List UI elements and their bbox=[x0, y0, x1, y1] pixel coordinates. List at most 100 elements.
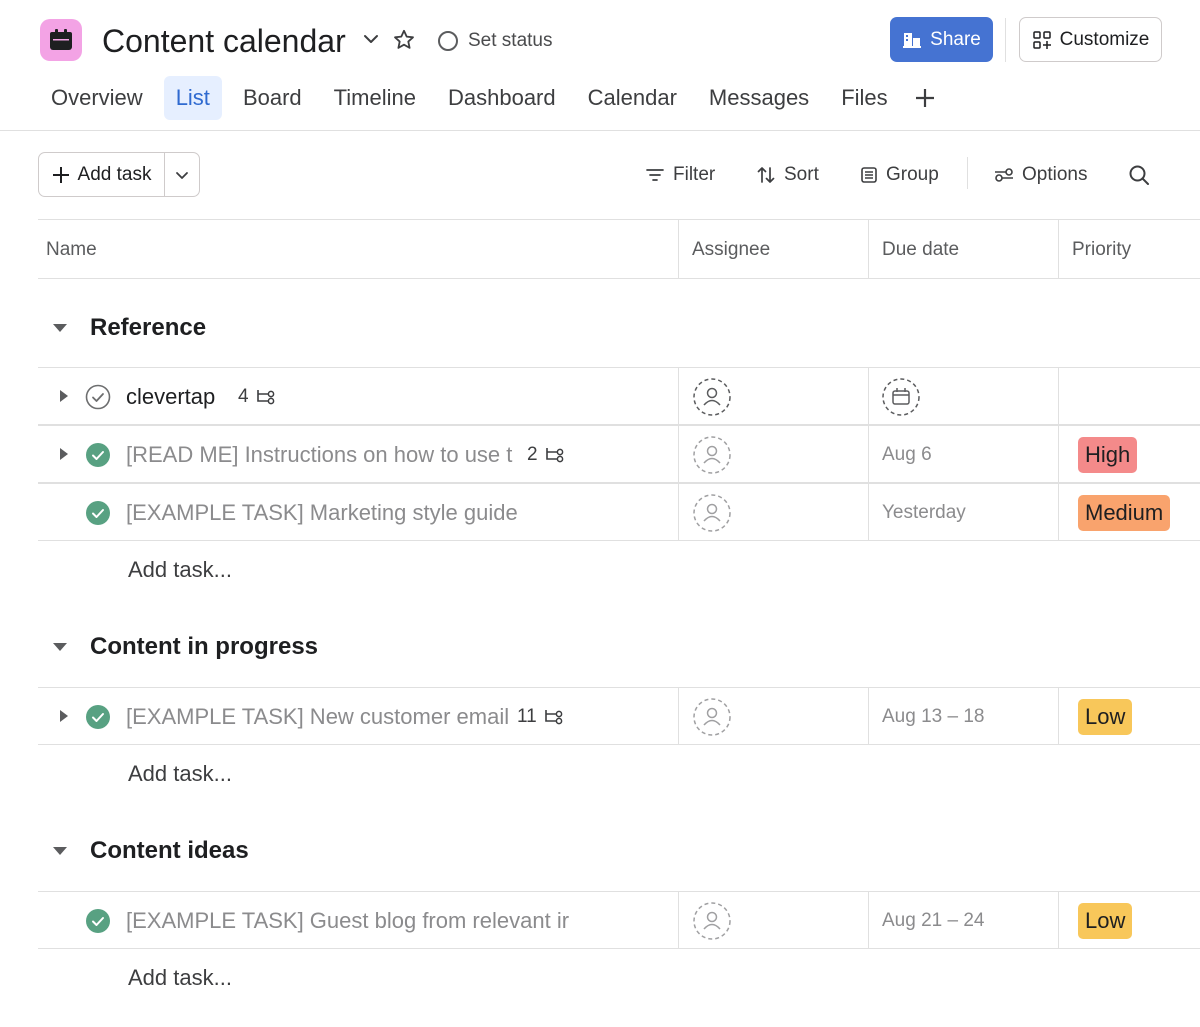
subtask-count-value: 11 bbox=[517, 705, 537, 727]
calendar-icon[interactable] bbox=[40, 19, 82, 61]
cell-divider bbox=[1058, 426, 1059, 483]
table-row[interactable]: [READ ME] Instructions on how to use t 2… bbox=[38, 425, 1200, 483]
project-title[interactable]: Content calendar bbox=[102, 20, 346, 62]
cell-divider bbox=[1058, 688, 1059, 745]
status-circle-icon bbox=[438, 31, 458, 51]
customize-button[interactable]: Customize bbox=[1019, 17, 1162, 62]
subtask-count-value: 2 bbox=[527, 443, 538, 465]
task-name[interactable]: [EXAMPLE TASK] Marketing style guide bbox=[126, 484, 518, 541]
sort-button[interactable]: Sort bbox=[756, 158, 819, 192]
set-status-label: Set status bbox=[468, 30, 553, 51]
sort-label: Sort bbox=[784, 164, 819, 185]
avatar-placeholder-icon[interactable] bbox=[692, 377, 732, 417]
customize-label: Customize bbox=[1059, 28, 1150, 50]
column-header-priority[interactable]: Priority bbox=[1064, 220, 1200, 279]
subtask-count[interactable]: 2 bbox=[527, 426, 566, 483]
table-row[interactable]: [EXAMPLE TASK] Marketing style guide Yes… bbox=[38, 483, 1200, 541]
due-date[interactable]: Aug 13 – 18 bbox=[882, 688, 984, 745]
due-date[interactable]: Aug 6 bbox=[882, 426, 932, 483]
subtask-count-value: 4 bbox=[238, 385, 249, 407]
priority-badge-low[interactable]: Low bbox=[1078, 699, 1133, 735]
options-button[interactable]: Options bbox=[994, 158, 1087, 192]
table-row[interactable]: [EXAMPLE TASK] Guest blog from relevant … bbox=[38, 891, 1200, 949]
options-icon bbox=[995, 168, 1013, 182]
caret-right-icon[interactable] bbox=[58, 447, 70, 461]
section-header[interactable]: Content ideas bbox=[38, 821, 1200, 881]
section-title[interactable]: Content in progress bbox=[90, 633, 318, 661]
check-circle-icon[interactable] bbox=[85, 442, 111, 468]
star-icon[interactable] bbox=[392, 28, 416, 52]
add-tab-button[interactable] bbox=[905, 76, 945, 120]
check-circle-icon[interactable] bbox=[85, 704, 111, 730]
caret-down-icon[interactable] bbox=[52, 639, 68, 655]
search-button[interactable] bbox=[1128, 158, 1150, 192]
column-header-assignee[interactable]: Assignee bbox=[684, 220, 868, 279]
share-button[interactable]: Share bbox=[890, 17, 993, 62]
avatar-placeholder-icon[interactable] bbox=[692, 493, 732, 533]
section-header[interactable]: Reference bbox=[38, 298, 1200, 358]
priority-badge-high[interactable]: High bbox=[1078, 437, 1138, 473]
section-title[interactable]: Reference bbox=[90, 314, 206, 342]
filter-button[interactable]: Filter bbox=[645, 158, 715, 192]
column-divider[interactable] bbox=[868, 220, 869, 278]
due-date[interactable]: Yesterday bbox=[882, 484, 966, 541]
add-task-label: Add task bbox=[77, 163, 152, 185]
project-header: Content calendar Set status Share Custom… bbox=[0, 0, 1200, 131]
table-row[interactable]: [EXAMPLE TASK] New customer email 11 Aug… bbox=[38, 687, 1200, 745]
due-date[interactable]: Aug 21 – 24 bbox=[882, 892, 984, 949]
tab-messages[interactable]: Messages bbox=[694, 76, 824, 120]
chevron-down-icon[interactable] bbox=[360, 28, 382, 50]
toolbar-divider bbox=[967, 157, 968, 189]
table-row[interactable]: clevertap 4 bbox=[38, 367, 1200, 425]
tab-dashboard[interactable]: Dashboard bbox=[433, 76, 571, 120]
section-header[interactable]: Content in progress bbox=[38, 617, 1200, 677]
check-circle-icon[interactable] bbox=[85, 908, 111, 934]
column-divider[interactable] bbox=[678, 220, 679, 278]
subtask-icon bbox=[545, 447, 563, 462]
tab-calendar[interactable]: Calendar bbox=[573, 76, 692, 120]
add-task-row[interactable]: Add task... bbox=[128, 749, 232, 799]
caret-right-icon[interactable] bbox=[58, 389, 70, 403]
avatar-placeholder-icon[interactable] bbox=[692, 697, 732, 737]
avatar-placeholder-icon[interactable] bbox=[692, 901, 732, 941]
task-name[interactable]: [EXAMPLE TASK] Guest blog from relevant … bbox=[126, 892, 569, 949]
group-button[interactable]: Group bbox=[860, 158, 939, 192]
check-circle-icon[interactable] bbox=[85, 500, 111, 526]
add-task-dropdown[interactable] bbox=[165, 153, 199, 196]
add-task-row[interactable]: Add task... bbox=[128, 953, 232, 1003]
cell-divider bbox=[1058, 368, 1059, 425]
avatar-placeholder-icon[interactable] bbox=[692, 435, 732, 475]
task-name[interactable]: [EXAMPLE TASK] New customer email bbox=[126, 688, 509, 745]
cell-divider bbox=[868, 426, 869, 483]
column-divider[interactable] bbox=[1058, 220, 1059, 278]
column-header-due-date[interactable]: Due date bbox=[874, 220, 1058, 279]
cell-divider bbox=[678, 484, 679, 541]
caret-down-icon[interactable] bbox=[52, 320, 68, 336]
priority-badge-low[interactable]: Low bbox=[1078, 903, 1133, 939]
filter-icon bbox=[646, 169, 664, 181]
section-title[interactable]: Content ideas bbox=[90, 837, 249, 865]
column-header-name[interactable]: Name bbox=[38, 220, 678, 279]
subtask-count[interactable]: 11 bbox=[517, 688, 565, 745]
subtask-count[interactable]: 4 bbox=[238, 368, 277, 425]
add-task-button[interactable]: Add task bbox=[39, 153, 165, 196]
tab-list[interactable]: List bbox=[163, 76, 222, 120]
cell-divider bbox=[868, 484, 869, 541]
due-date-icon[interactable] bbox=[881, 377, 921, 417]
tab-files[interactable]: Files bbox=[826, 76, 902, 120]
task-name[interactable]: clevertap bbox=[126, 368, 215, 425]
task-name[interactable]: [READ ME] Instructions on how to use t bbox=[126, 426, 512, 483]
cell-divider bbox=[678, 426, 679, 483]
tab-timeline[interactable]: Timeline bbox=[319, 76, 431, 120]
caret-right-icon[interactable] bbox=[58, 709, 70, 723]
subtask-icon bbox=[544, 709, 563, 724]
caret-down-icon[interactable] bbox=[52, 843, 68, 859]
check-circle-icon[interactable] bbox=[85, 384, 111, 410]
tab-board[interactable]: Board bbox=[228, 76, 317, 120]
customize-icon bbox=[1032, 30, 1051, 49]
priority-badge-medium[interactable]: Medium bbox=[1078, 495, 1171, 531]
header-divider bbox=[1005, 18, 1006, 62]
set-status-button[interactable]: Set status bbox=[438, 26, 553, 56]
add-task-row[interactable]: Add task... bbox=[128, 545, 232, 595]
tab-overview[interactable]: Overview bbox=[36, 76, 158, 120]
